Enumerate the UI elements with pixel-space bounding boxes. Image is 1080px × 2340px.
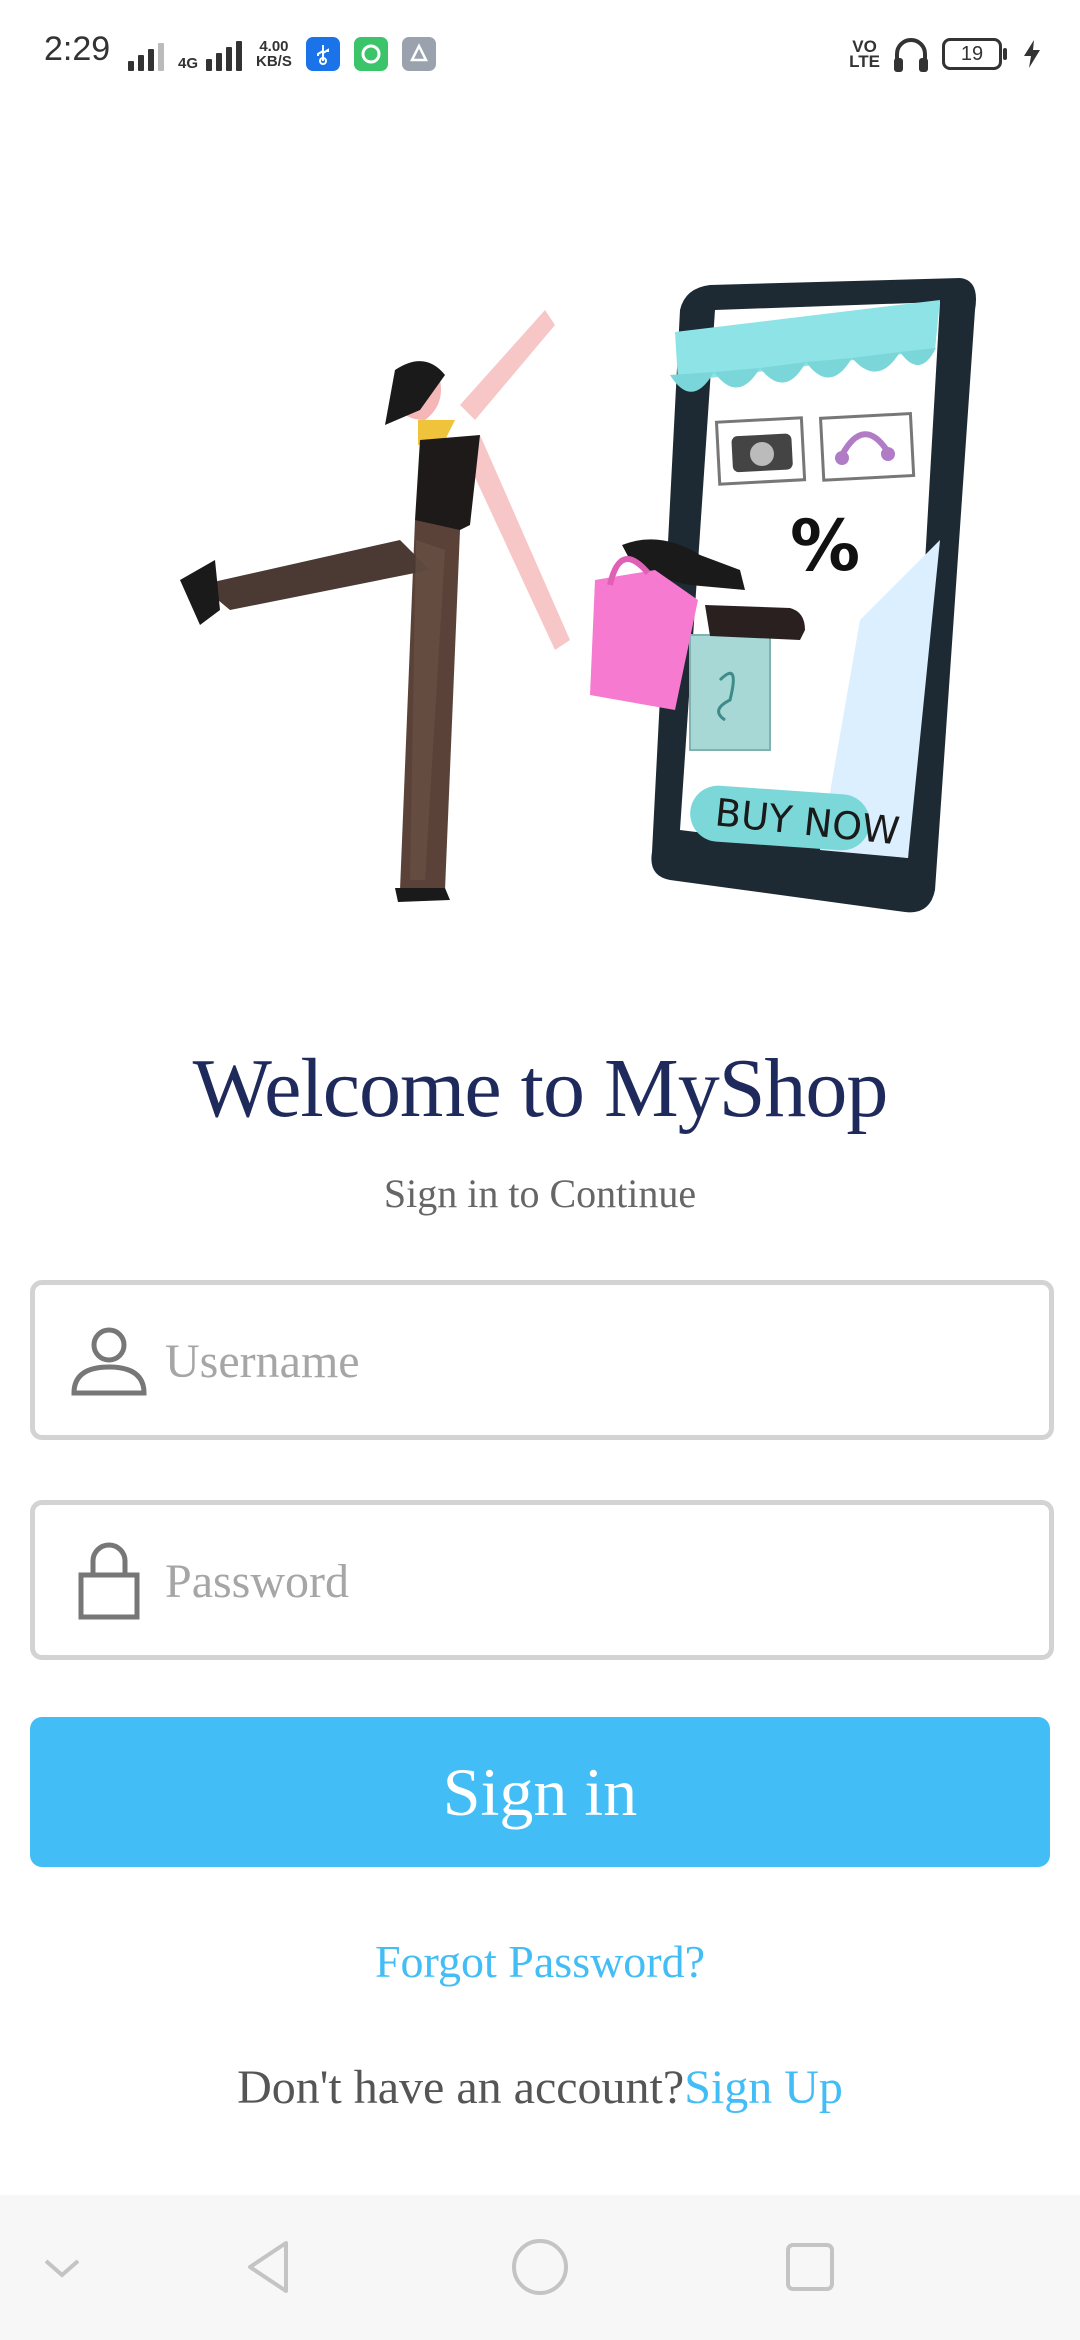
discount-symbol: % (790, 505, 860, 587)
navigation-bar (0, 2195, 1080, 2340)
welcome-title: Welcome to MyShop (192, 1042, 889, 1135)
clock: 2:29 (44, 30, 111, 68)
charging-icon (1024, 40, 1040, 68)
sign-up-link[interactable]: Sign Up (684, 2061, 843, 2114)
welcome-subtitle: Sign in to Continue (383, 1171, 697, 1216)
shopping-illustration: % BUY NOW (180, 278, 976, 913)
signup-prompt: Don't have an account?Sign Up (0, 2060, 1080, 2115)
status-bar: 2:29 4G 4.00 KB/S VO LTE 19 (0, 0, 1080, 108)
share-app-icon (401, 37, 436, 71)
password-input[interactable] (163, 1505, 1027, 1657)
recents-icon[interactable] (778, 2235, 842, 2299)
battery-icon: 19 (942, 38, 1007, 70)
username-input[interactable] (163, 1285, 1027, 1437)
volte-bottom: LTE (849, 52, 880, 71)
back-icon[interactable] (238, 2235, 302, 2299)
user-icon (71, 1327, 147, 1396)
usb-icon (305, 37, 340, 71)
status-right-icons: VO LTE 19 (849, 32, 1042, 76)
network-type: 4G (178, 55, 199, 72)
no-account-text: Don't have an account? (237, 2061, 685, 2114)
headphones-icon (894, 38, 928, 72)
forgot-password-link[interactable]: Forgot Password? (0, 1935, 1080, 1988)
speed-unit: KB/S (256, 53, 292, 70)
woman-figure (180, 310, 570, 902)
username-field[interactable] (30, 1280, 1054, 1440)
home-icon[interactable] (508, 2235, 572, 2299)
status-left-icons: 4G 4.00 KB/S (128, 34, 436, 74)
battery-level: 19 (960, 43, 984, 65)
sign-in-button[interactable]: Sign in (30, 1717, 1050, 1867)
volte-icon: VO LTE (849, 38, 880, 71)
signal-icon (128, 37, 164, 71)
phone-illustration: % BUY NOW (651, 278, 976, 913)
password-field[interactable] (30, 1500, 1054, 1660)
speed-indicator: 4.00 KB/S (256, 39, 292, 69)
lock-icon (78, 1542, 140, 1620)
signal-4g-icon: 4G (178, 37, 243, 72)
collapse-chevron-icon[interactable] (30, 2235, 94, 2299)
chat-app-icon (353, 37, 388, 71)
speed-value: 4.00 (259, 38, 289, 55)
